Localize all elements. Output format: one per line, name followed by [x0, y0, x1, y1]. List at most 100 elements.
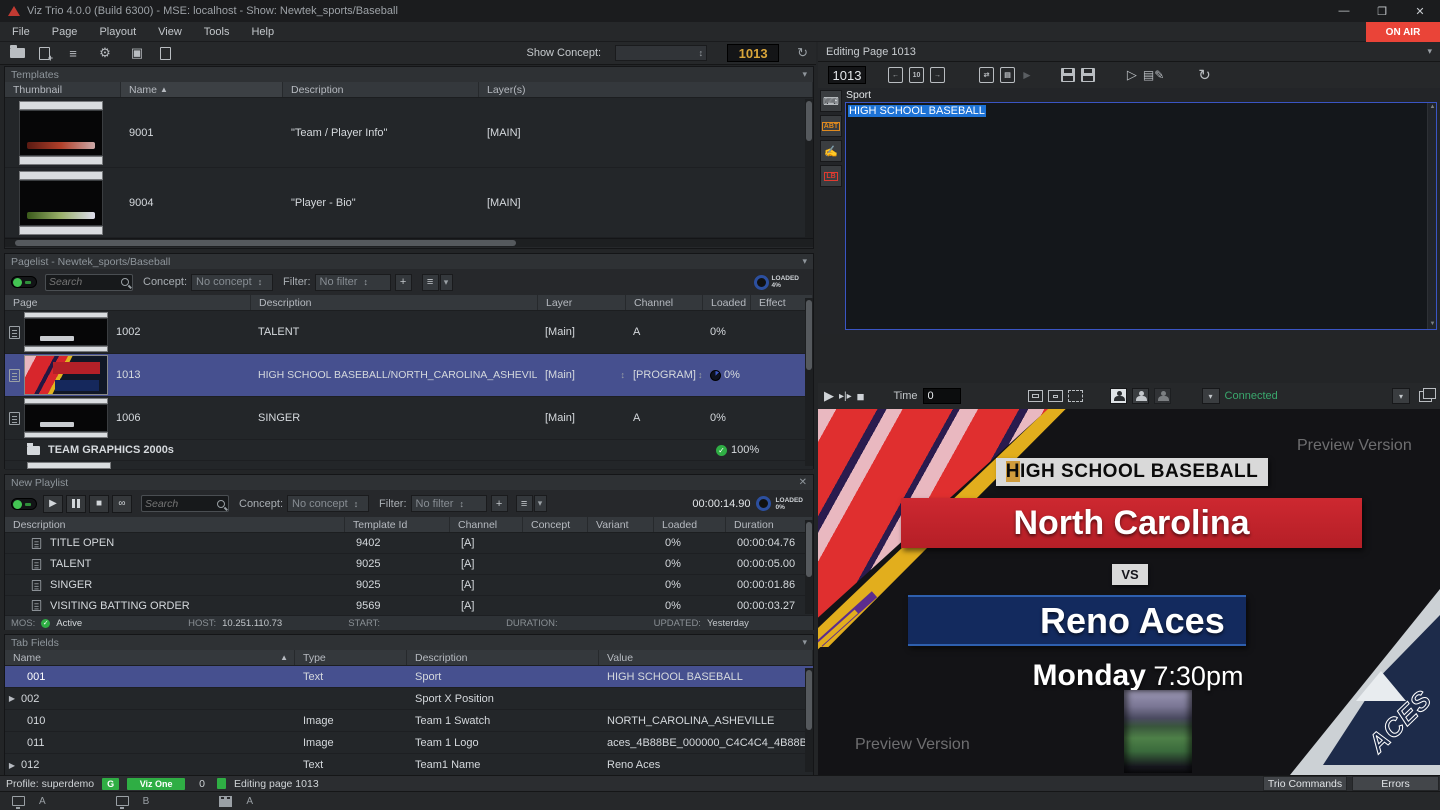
script-book-icon[interactable]: ▤ [1000, 67, 1015, 83]
continue-button[interactable]: ▸|▸ [839, 391, 852, 402]
chevron-down-icon[interactable]: ▾ [802, 637, 807, 648]
monitor-a-icon[interactable] [12, 796, 25, 806]
chevron-down-icon[interactable]: ▾ [802, 256, 807, 267]
time-input[interactable] [923, 388, 961, 404]
view-mode-button[interactable]: ≡ [422, 274, 439, 291]
settings-gear-icon[interactable]: ⚙ [96, 45, 114, 61]
col-description[interactable]: Description [5, 517, 345, 532]
close-icon[interactable]: ✕ [799, 477, 807, 488]
tab-field-row[interactable]: ▶ 012 Text Team1 Name Reno Aces [5, 754, 813, 776]
template-row[interactable]: 9004 "Player - Bio" [MAIN] [5, 168, 813, 238]
col-description[interactable]: Description [283, 82, 479, 97]
templates-horizontal-scrollbar[interactable] [5, 238, 813, 247]
pagelist-enable-toggle[interactable] [11, 276, 37, 288]
col-template-id[interactable]: Template Id [345, 517, 450, 532]
col-name[interactable]: Name▲ [5, 650, 295, 665]
monitor-b-icon[interactable] [116, 796, 129, 806]
video-out-icon[interactable] [219, 796, 232, 807]
col-description[interactable]: Description [251, 295, 538, 310]
menu-page[interactable]: Page [52, 26, 78, 38]
pagelist-vertical-scrollbar[interactable] [805, 298, 813, 466]
col-thumbnail[interactable]: Thumbnail [5, 82, 121, 97]
play-button[interactable]: ▶ [43, 495, 63, 513]
layer-box-icon[interactable]: LB [820, 165, 842, 187]
loop-button[interactable]: ∞ [112, 495, 132, 513]
col-page[interactable]: Page [5, 295, 251, 310]
templates-panel-title[interactable]: Templates ▾ [5, 67, 813, 82]
new-page-icon[interactable]: + [39, 47, 50, 60]
page-row-selected[interactable]: 1013 HIGH SCHOOL BASEBALL/NORTH_CAROLINA… [5, 354, 813, 397]
read-next-page-icon[interactable]: → [930, 67, 945, 83]
menu-tools[interactable]: Tools [204, 26, 230, 38]
bounding-box-icon[interactable] [1068, 390, 1083, 402]
chevron-down-icon[interactable]: ▾ [802, 69, 807, 80]
save-page-icon[interactable] [1061, 68, 1075, 82]
pagelist-panel-title[interactable]: Pagelist - Newtek_sports/Baseball ▾ [5, 254, 813, 269]
menu-file[interactable]: File [12, 26, 30, 38]
expand-caret-icon[interactable]: ▶ [5, 761, 19, 770]
filter-select[interactable]: No filter↕ [411, 495, 487, 512]
page-row[interactable]: 1002 TALENT [Main] A 0% [5, 311, 813, 354]
search-input[interactable] [145, 498, 217, 510]
page-row[interactable]: 1006 SINGER [Main] A 0% [5, 397, 813, 440]
maximize-button[interactable]: ❐ [1362, 0, 1402, 22]
col-variant[interactable]: Variant [588, 517, 654, 532]
playlist-row[interactable]: TALENT 9025 [A] 0% 00:00:05.00 [5, 554, 813, 575]
read-prev-page-icon[interactable]: ← [888, 67, 903, 83]
pause-button[interactable] [66, 495, 86, 513]
menu-view[interactable]: View [158, 26, 182, 38]
tab-field-row[interactable]: 010 Image Team 1 Swatch NORTH_CAROLINA_A… [5, 710, 813, 732]
concept-select[interactable]: No concept↕ [191, 274, 273, 291]
playlist-row[interactable]: SINGER 9025 [A] 0% 00:00:01.86 [5, 575, 813, 596]
safe-area-icon[interactable] [1028, 390, 1043, 402]
tab-field-row[interactable]: 011 Image Team 1 Logo aces_4B88BE_000000… [5, 732, 813, 754]
templates-vertical-scrollbar[interactable] [805, 99, 813, 238]
playlist-vertical-scrollbar[interactable] [805, 520, 813, 614]
reload-template-icon[interactable]: ↻ [1198, 66, 1211, 84]
editor-page-field[interactable]: 1013 [828, 66, 866, 84]
stop-button[interactable]: ■ [89, 495, 109, 513]
col-value[interactable]: Value [599, 650, 813, 665]
col-loaded[interactable]: Loaded [654, 517, 726, 532]
text-format-icon[interactable]: ABT [820, 115, 842, 137]
autofill-icon[interactable]: ⇄ [979, 67, 994, 83]
tab-field-row-selected[interactable]: 001 Text Sport HIGH SCHOOL BASEBALL [5, 666, 813, 688]
col-effect[interactable]: Effect [751, 295, 813, 310]
char-lookup-icon[interactable]: ✍ [820, 140, 842, 162]
search-input[interactable] [49, 276, 121, 288]
col-description[interactable]: Description [407, 650, 599, 665]
stop-button[interactable]: ■ [857, 389, 865, 404]
close-button[interactable]: ✕ [1400, 0, 1440, 22]
playlist-panel-title[interactable]: New Playlist ✕ [5, 475, 813, 490]
field-text-editor[interactable]: HIGH SCHOOL BASEBALL ▲ ▼ [845, 102, 1437, 330]
save-page-as-icon[interactable] [1081, 68, 1095, 82]
playlist-searchbox[interactable] [141, 495, 229, 512]
col-duration[interactable]: Duration [726, 517, 813, 532]
export-page-icon[interactable]: ▣ [128, 45, 146, 61]
col-concept[interactable]: Concept [523, 517, 588, 532]
refresh-page-icon[interactable]: ↻ [797, 45, 808, 61]
editor-scrollbar[interactable]: ▲ ▼ [1427, 103, 1436, 329]
preview-options-dropdown[interactable]: ▾ [1392, 388, 1410, 404]
tab-field-row[interactable]: ▶ 002 Sport X Position [5, 688, 813, 710]
add-filter-button[interactable]: + [395, 274, 412, 291]
trio-commands-button[interactable]: Trio Commands [1263, 776, 1347, 791]
keyboard-edit-icon[interactable]: ⌨ [820, 90, 842, 112]
scroll-down-icon[interactable]: ▼ [1428, 320, 1437, 329]
chevron-down-icon[interactable]: ▾ [1427, 46, 1432, 57]
view-mode-dropdown[interactable]: ▾ [534, 495, 547, 512]
filter-select[interactable]: No filter↕ [315, 274, 391, 291]
goto-page-field[interactable]: 1013 [727, 44, 779, 62]
expand-caret-icon[interactable]: ▶ [5, 694, 19, 703]
playlist-add-icon[interactable]: ≡ [64, 46, 82, 61]
connection-dropdown[interactable]: ▾ [1202, 388, 1220, 404]
tab-fields-panel-title[interactable]: Tab Fields ▾ [5, 635, 813, 650]
col-channel[interactable]: Channel [450, 517, 523, 532]
open-show-icon[interactable] [10, 48, 25, 58]
import-page-icon[interactable] [160, 47, 171, 60]
col-name[interactable]: Name ▲ [121, 82, 283, 97]
folder-row[interactable]: TEAM GRAPHICS 2000s ✓ 100% [5, 440, 813, 461]
key-preview-alt-icon[interactable] [1154, 388, 1171, 404]
template-row[interactable]: 9001 "Team / Player Info" [MAIN] [5, 98, 813, 168]
key-preview-icon[interactable] [1132, 388, 1149, 404]
